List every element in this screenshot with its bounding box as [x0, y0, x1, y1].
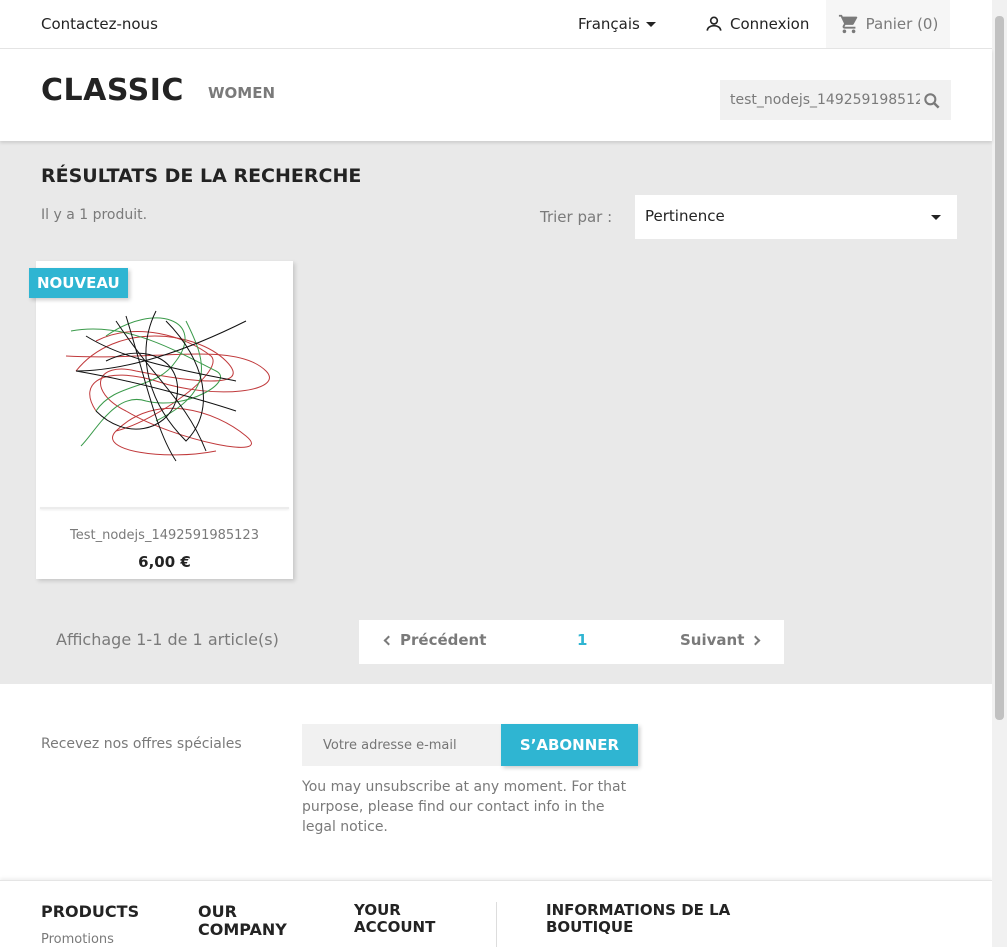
menu-item-women[interactable]: WOMEN: [208, 84, 275, 102]
footer-divider: [496, 902, 497, 947]
login-label: Connexion: [730, 15, 810, 33]
pagination-info: Affichage 1-1 de 1 article(s): [56, 630, 279, 649]
product-price: 6,00 €: [138, 553, 191, 571]
next-page-button[interactable]: Suivant: [680, 631, 761, 649]
footer-link-promotions[interactable]: Promotions: [41, 932, 114, 947]
page-scrollbar[interactable]: [992, 0, 1007, 947]
scrollbar-thumb[interactable]: [995, 16, 1004, 720]
pagination: Précédent 1 Suivant: [359, 620, 784, 664]
search-box: [720, 80, 951, 120]
top-nav: Contactez-nous Français Connexion Panier…: [0, 0, 992, 49]
site-logo[interactable]: CLASSIC: [41, 73, 184, 108]
newsletter-label: Recevez nos offres spéciales: [41, 736, 242, 752]
product-image[interactable]: [36, 261, 293, 509]
product-card[interactable]: Test_nodejs_1492591985123 6,00 €: [36, 261, 293, 579]
search-icon[interactable]: [922, 91, 942, 111]
caret-down-icon: [931, 215, 941, 220]
site-footer: PRODUCTS Promotions OUR COMPANY YOUR ACC…: [0, 880, 992, 947]
chevron-right-icon: [750, 635, 761, 645]
language-selector[interactable]: Français: [578, 15, 656, 33]
chevron-left-icon: [383, 635, 394, 645]
user-icon: [706, 16, 722, 31]
newsletter-note: You may unsubscribe at any moment. For t…: [302, 779, 627, 835]
prev-label: Précédent: [400, 631, 487, 649]
contact-link[interactable]: Contactez-nous: [41, 15, 158, 33]
cart-label: Panier (0): [865, 15, 939, 33]
language-label: Français: [578, 15, 640, 33]
site-header: CLASSIC WOMEN: [0, 49, 992, 141]
footer-account-title[interactable]: YOUR ACCOUNT: [354, 902, 474, 936]
login-link[interactable]: Connexion: [704, 14, 809, 34]
page-number-current[interactable]: 1: [577, 631, 587, 649]
sort-value: Pertinence: [645, 207, 725, 225]
product-name[interactable]: Test_nodejs_1492591985123: [36, 528, 293, 543]
caret-down-icon: [645, 21, 656, 27]
footer-company-title: OUR COMPANY: [198, 902, 287, 939]
footer-store-info-title: INFORMATIONS DE LA BOUTIQUE: [546, 901, 731, 936]
new-badge: NOUVEAU: [29, 268, 128, 298]
results-count: Il y a 1 produit.: [41, 207, 148, 223]
search-results-section: RÉSULTATS DE LA RECHERCHE Il y a 1 produ…: [0, 141, 992, 684]
cart-button[interactable]: Panier (0): [826, 0, 950, 48]
sort-label: Trier par :: [540, 208, 613, 226]
footer-products-title: PRODUCTS: [41, 902, 140, 921]
prev-page-button[interactable]: Précédent: [383, 631, 487, 649]
subscribe-button[interactable]: S’ABONNER: [501, 724, 638, 766]
next-label: Suivant: [680, 631, 745, 649]
cart-icon: [838, 14, 857, 34]
card-divider: [40, 507, 289, 509]
search-input[interactable]: [730, 80, 920, 120]
newsletter-email-input[interactable]: [302, 724, 501, 766]
sort-select[interactable]: Pertinence: [635, 195, 957, 239]
page-title: RÉSULTATS DE LA RECHERCHE: [41, 165, 362, 187]
